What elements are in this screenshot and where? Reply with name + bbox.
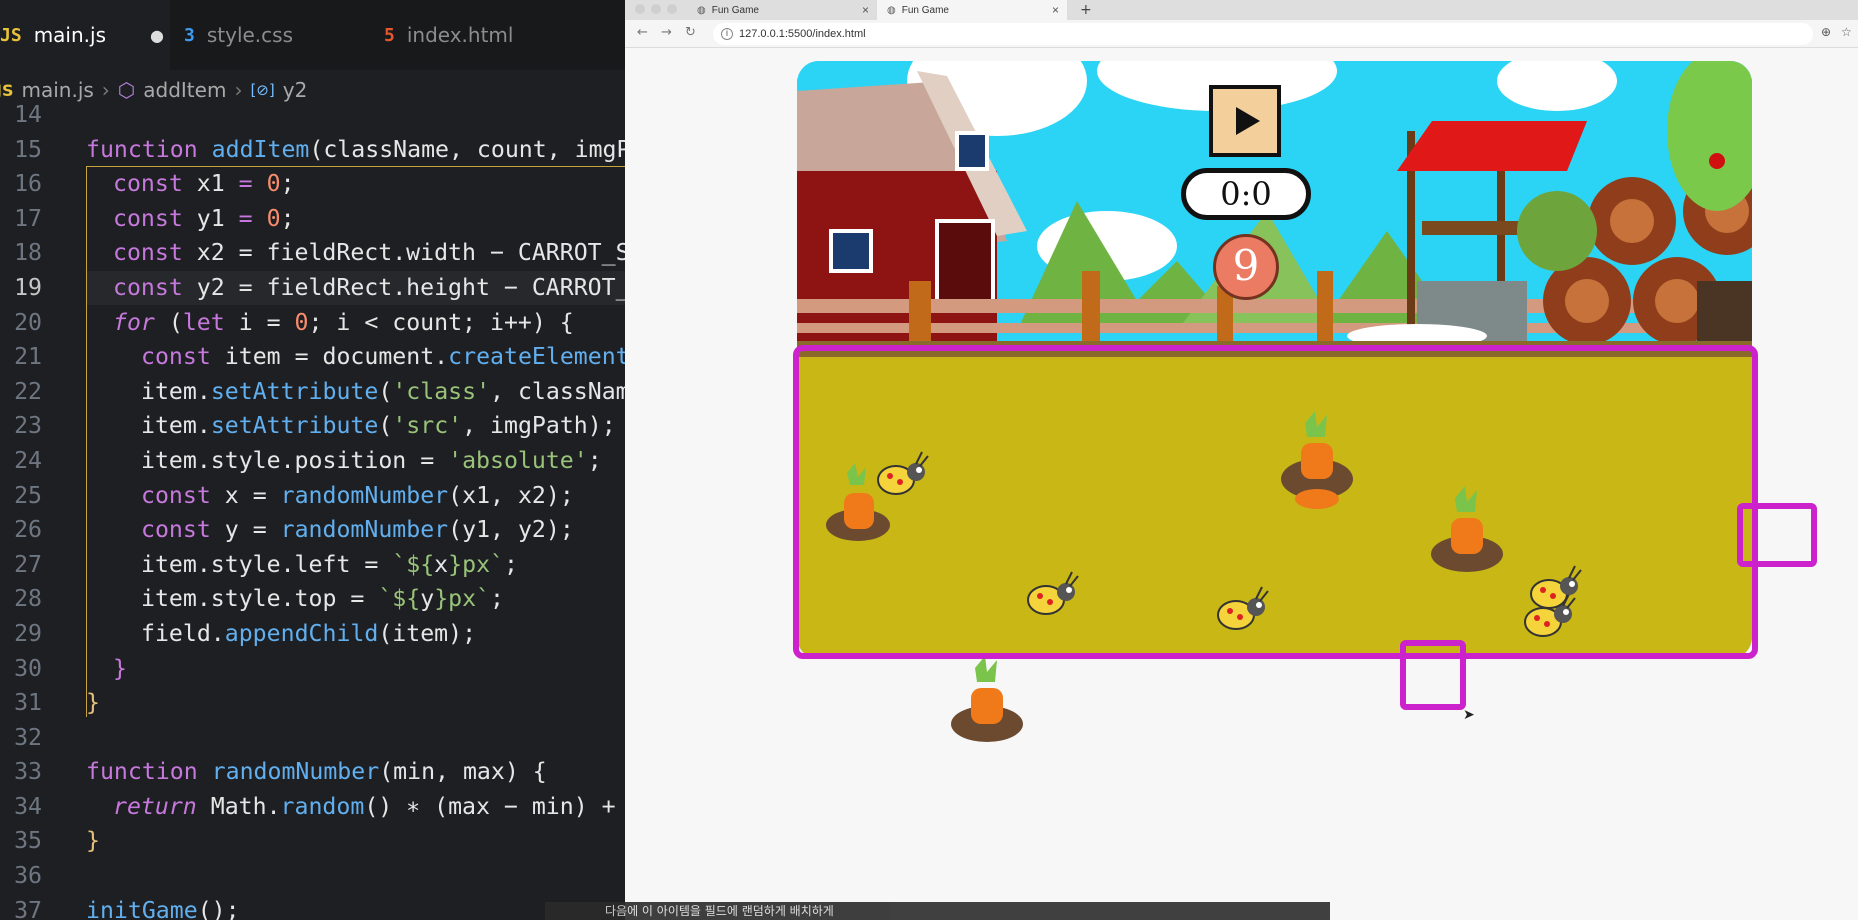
zoom-window-dot[interactable] [667, 4, 677, 14]
browser-tab-label: Fun Game [901, 4, 949, 16]
code-line: 22 item.setAttribute('class', classNam [14, 377, 625, 405]
code-editor: JS main.js ● 3 style.css 5 index.html JS… [0, 0, 625, 920]
play-icon [1236, 107, 1260, 135]
url-text: 127.0.0.1:5500/index.html [739, 28, 866, 40]
mouse-cursor-icon: ➤ [1463, 707, 1475, 723]
browser-tab-active[interactable]: ◍ Fun Game × [877, 0, 1067, 20]
editor-tab-bar: JS main.js ● 3 style.css 5 index.html [0, 0, 625, 70]
browser-toolbar: ← → ↻ i 127.0.0.1:5500/index.html ⊕ ☆ [625, 20, 1858, 48]
code-line: 17 const y1 = 0; [14, 204, 295, 232]
game-board: 0:0 9 [797, 61, 1752, 659]
reload-icon[interactable]: ↻ [685, 25, 696, 40]
bug-item[interactable] [1022, 566, 1082, 626]
code-line: 33 function randomNumber(min, max) { [14, 758, 547, 786]
new-tab-button[interactable]: + [1080, 0, 1092, 20]
tab-index-html[interactable]: 5 index.html [384, 0, 574, 70]
browser-tab-strip: ◍ Fun Game × ◍ Fun Game × + [625, 0, 1858, 20]
code-line: 21 const item = document.createElement [14, 343, 625, 371]
code-line: 36 [14, 862, 42, 890]
tab-style-css[interactable]: 3 style.css [184, 0, 354, 70]
bug-item[interactable] [1212, 581, 1272, 641]
minimize-window-dot[interactable] [651, 4, 661, 14]
game-timer: 0:0 [1181, 168, 1311, 220]
tab-label: style.css [206, 23, 293, 47]
browser-window: ◍ Fun Game × ◍ Fun Game × + ← → ↻ i 127.… [625, 0, 1858, 920]
code-line: 25 const x = randomNumber(x1, x2); [14, 481, 574, 509]
code-line: 19 const y2 = fieldRect.height − CARROT_ [14, 273, 625, 301]
globe-icon: ◍ [697, 4, 706, 16]
tab-main-js[interactable]: JS main.js ● [0, 0, 170, 70]
code-line: 27 item.style.left = `${x}px`; [14, 550, 518, 578]
globe-icon: ◍ [887, 4, 896, 16]
js-file-icon: JS [0, 24, 22, 46]
carrot-item[interactable] [1277, 411, 1357, 511]
js-file-icon: JS [0, 80, 14, 100]
code-line: 28 item.style.top = `${y}px`; [14, 585, 505, 613]
carrot-item[interactable] [947, 656, 1027, 746]
close-tab-icon[interactable]: × [862, 3, 869, 17]
html-file-icon: 5 [384, 24, 395, 46]
code-line: 37 initGame(); [14, 896, 240, 920]
css-file-icon: 3 [184, 24, 195, 46]
code-line: 32 [14, 723, 42, 751]
forward-icon[interactable]: → [661, 25, 672, 40]
code-area[interactable]: 14 15 function addItem(className, count, … [0, 98, 625, 920]
tab-label: main.js [33, 23, 106, 47]
play-button[interactable] [1209, 85, 1281, 157]
address-bar[interactable]: i 127.0.0.1:5500/index.html [713, 23, 1813, 45]
code-line: 34 return Math.random() ∗ (max − min) + [14, 792, 616, 820]
close-window-dot[interactable] [635, 4, 645, 14]
carrot-count-badge: 9 [1213, 234, 1279, 300]
zoom-icon[interactable]: ⊕ [1821, 25, 1831, 39]
close-tab-icon[interactable]: × [1052, 3, 1059, 17]
code-line: 24 item.style.position = 'absolute'; [14, 446, 602, 474]
code-line: 15 function addItem(className, count, img… [14, 135, 625, 163]
unsaved-dot-icon[interactable]: ● [150, 26, 164, 45]
bug-item[interactable] [1525, 560, 1585, 620]
code-line: 14 [14, 101, 42, 128]
code-line: 18 const x2 = fieldRect.width − CARROT_S [14, 239, 625, 267]
code-line: 20 for (let i = 0; i < count; i++) { [14, 308, 574, 336]
subtitle-caption: 다음에 이 아이템을 필드에 랜덤하게 배치하게 [545, 902, 1330, 920]
code-line: 35} [14, 827, 100, 855]
tab-label: index.html [406, 23, 514, 47]
back-icon[interactable]: ← [637, 25, 648, 40]
browser-tab-label: Fun Game [711, 4, 759, 16]
code-line: 31} [14, 689, 100, 717]
bookmark-star-icon[interactable]: ☆ [1841, 25, 1852, 39]
variable-icon: [⊘] [250, 81, 275, 99]
carrot-item[interactable] [1427, 486, 1507, 576]
browser-tab[interactable]: ◍ Fun Game × [687, 0, 877, 20]
info-icon[interactable]: i [721, 28, 733, 40]
code-line: 26 const y = randomNumber(y1, y2); [14, 516, 574, 544]
code-line: 30} [14, 654, 127, 682]
code-line: 29 field.appendChild(item); [14, 619, 477, 647]
bug-item[interactable] [872, 446, 932, 506]
code-line: 23 item.setAttribute('src', imgPath); [14, 412, 616, 440]
code-line: 16 const x1 = 0; [14, 170, 295, 198]
